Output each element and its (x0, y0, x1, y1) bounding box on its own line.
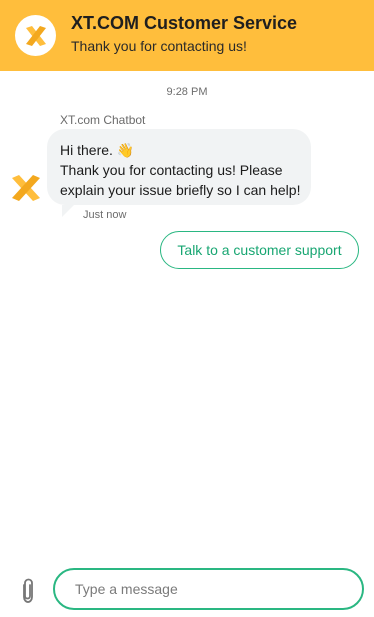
chat-header: XT.COM Customer Service Thank you for co… (0, 0, 374, 71)
sender-name: XT.com Chatbot (60, 113, 146, 127)
message-input-container[interactable] (53, 568, 364, 610)
message-line: explain your issue briefly so I can help… (60, 182, 301, 198)
talk-to-support-button[interactable]: Talk to a customer support (160, 231, 359, 269)
message-input[interactable] (73, 580, 362, 598)
paperclip-icon[interactable] (18, 577, 38, 605)
bot-message-bubble: Hi there. 👋 Thank you for contacting us!… (47, 129, 311, 205)
header-subtitle: Thank you for contacting us! (71, 38, 247, 54)
bubble-tail (62, 205, 74, 217)
message-timestamp: 9:28 PM (166, 86, 208, 98)
header-title: XT.COM Customer Service (71, 13, 298, 33)
xt-logo-icon (9, 171, 43, 205)
message-sent-time: Just now (83, 209, 127, 221)
xt-logo-icon (15, 15, 56, 56)
message-line: Thank you for contacting us! Please (60, 162, 283, 178)
message-line: Hi there. 👋 (60, 142, 135, 158)
